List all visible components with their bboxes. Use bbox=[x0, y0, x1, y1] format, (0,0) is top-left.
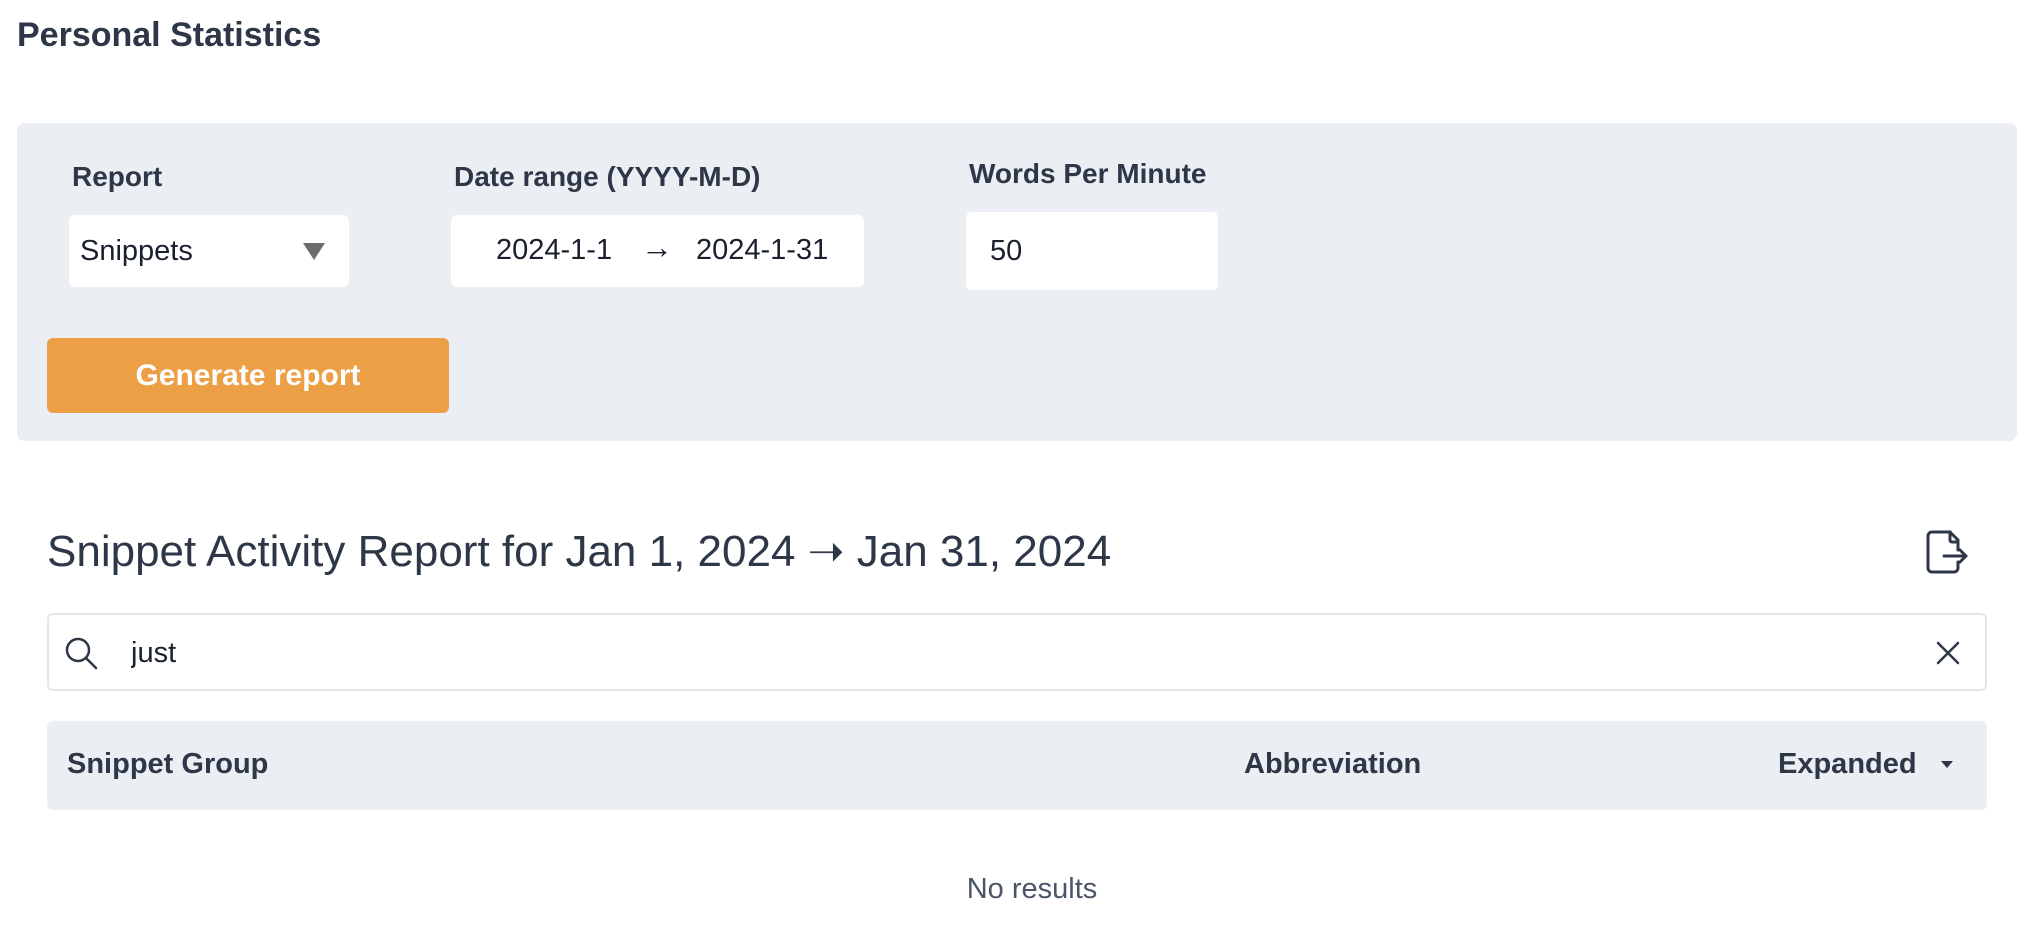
column-header-expanded[interactable]: Expanded bbox=[1778, 748, 1917, 781]
table-header: Snippet Group Abbreviation Expanded bbox=[47, 721, 1987, 810]
column-header-abbreviation[interactable]: Abbreviation bbox=[1244, 748, 1421, 781]
search-box bbox=[47, 613, 1987, 691]
report-select[interactable]: Snippets bbox=[69, 215, 349, 287]
words-per-minute-label: Words Per Minute bbox=[969, 158, 1207, 189]
date-range-label: Date range (YYYY-M-D) bbox=[454, 161, 761, 192]
search-icon bbox=[65, 637, 98, 670]
date-end-input[interactable]: 2024-1-31 bbox=[696, 234, 828, 267]
sort-caret-down-icon[interactable] bbox=[1941, 761, 1953, 768]
close-icon[interactable] bbox=[1933, 638, 1963, 668]
search-input[interactable] bbox=[129, 625, 1893, 681]
column-header-snippet-group[interactable]: Snippet Group bbox=[67, 748, 268, 781]
words-per-minute-input[interactable] bbox=[966, 212, 1218, 290]
export-icon[interactable] bbox=[1922, 528, 1970, 576]
report-filter-panel: Report Snippets Date range (YYYY-M-D) 20… bbox=[17, 123, 2017, 441]
empty-state-text: No results bbox=[966, 873, 1098, 905]
page-title: Personal Statistics bbox=[17, 16, 322, 54]
arrow-right-icon: → bbox=[641, 229, 673, 265]
generate-report-button[interactable]: Generate report bbox=[47, 338, 449, 413]
caret-down-icon bbox=[303, 243, 325, 260]
date-start-input[interactable]: 2024-1-1 bbox=[496, 234, 612, 267]
date-range-picker[interactable]: 2024-1-1 → 2024-1-31 bbox=[451, 215, 864, 287]
report-title: Snippet Activity Report for Jan 1, 2024 … bbox=[47, 527, 1112, 576]
report-label: Report bbox=[72, 161, 163, 192]
report-select-value: Snippets bbox=[80, 234, 193, 267]
